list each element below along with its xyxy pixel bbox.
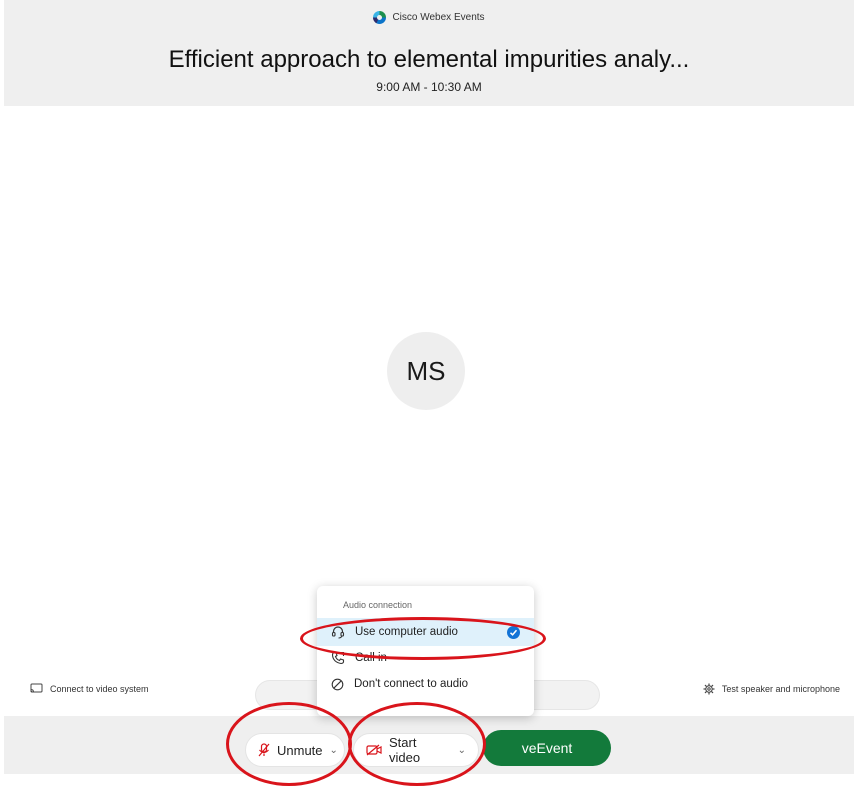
gear-icon [703,683,715,695]
test-speaker-label: Test speaker and microphone [721,684,840,694]
cast-icon [30,683,43,694]
event-header: Cisco Webex Events Efficient approach to… [4,0,854,106]
menu-item-use-computer-audio[interactable]: Use computer audio [317,618,534,646]
checkmark-icon [507,625,520,639]
audio-connection-menu: Audio connection Use computer audio Call… [317,586,534,716]
chevron-down-icon[interactable]: ⌄ [330,745,338,756]
unmute-label: Unmute [277,742,323,758]
menu-item-call-in[interactable]: Call in [317,644,534,672]
event-time: 9:00 AM - 10:30 AM [376,80,482,94]
chevron-down-icon[interactable]: ⌄ [458,745,466,756]
test-speaker-button[interactable]: Test speaker and microphone [703,683,840,695]
brand: Cisco Webex Events [4,11,854,24]
start-video-label: Start video [389,735,421,765]
menu-item-label: Use computer audio [355,626,458,638]
avatar: MS [387,332,465,410]
connect-video-label: Connect to video system [50,683,149,694]
join-event-label: veEvent [521,740,573,756]
menu-item-label: Call in [355,652,387,664]
join-event-button[interactable]: veEvent [483,730,611,766]
brand-name: Cisco Webex Events [392,12,485,23]
unmute-button[interactable]: Unmute ⌄ [245,733,345,767]
menu-item-label: Don't connect to audio [354,678,469,690]
menu-item-dont-connect-audio[interactable]: Don't connect to audio [317,670,534,698]
video-off-icon [366,744,382,756]
menu-header: Audio connection [343,600,413,610]
mic-muted-icon [258,743,270,757]
start-video-button[interactable]: Start video ⌄ [353,733,479,767]
connect-video-system-button[interactable]: Connect to video system [30,683,149,694]
headset-icon [331,625,345,639]
webex-logo-icon [373,11,387,24]
phone-icon [331,651,345,665]
event-title: Efficient approach to elemental impuriti… [168,46,690,73]
no-audio-icon [331,678,344,691]
avatar-initials: MS [406,355,446,386]
